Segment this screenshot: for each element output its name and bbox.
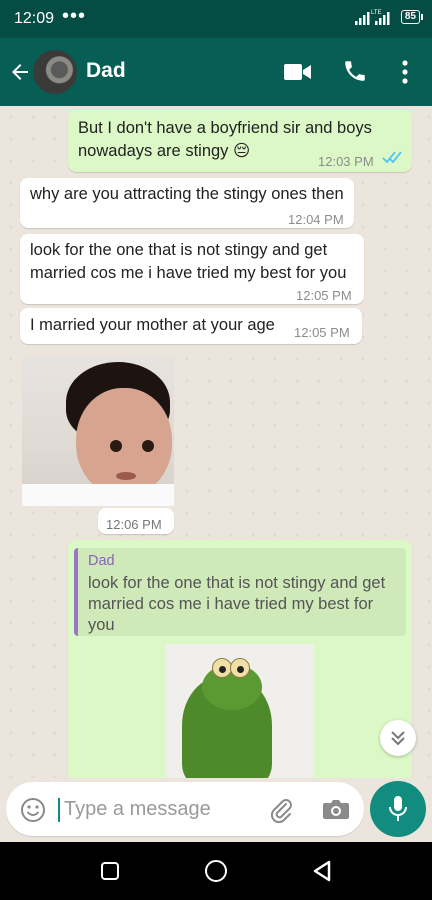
microphone-button[interactable] <box>370 781 426 837</box>
child-eye <box>110 440 122 452</box>
read-receipt-icon <box>382 151 402 164</box>
message-text: why are you attracting the stingy ones t… <box>30 185 344 203</box>
message-bubble-incoming[interactable]: why are you attracting the stingy ones t… <box>20 178 354 228</box>
status-bar: 12:09 ••• LTE 85 <box>0 0 432 38</box>
camera-icon[interactable] <box>322 797 350 821</box>
child-shirt <box>22 484 174 506</box>
network-type: LTE <box>371 10 382 16</box>
home-button[interactable] <box>205 860 227 882</box>
child-mouth <box>116 472 136 480</box>
child-eye <box>142 440 154 452</box>
message-bubble-outgoing[interactable]: But I don't have a boyfriend sir and boy… <box>68 110 412 172</box>
message-time: 12:05 PM <box>296 288 352 303</box>
contact-name[interactable]: Dad <box>86 59 126 83</box>
message-time: 12:03 PM <box>318 154 374 169</box>
avatar[interactable] <box>33 50 77 94</box>
text-cursor <box>58 798 60 822</box>
message-bubble-incoming[interactable]: look for the one that is not stingy and … <box>20 234 364 304</box>
kermit-pupil <box>219 666 226 673</box>
message-text: I married your mother at your age <box>30 316 275 334</box>
signal-icon: LTE <box>354 10 390 25</box>
message-input[interactable] <box>64 792 264 826</box>
system-nav-bar <box>0 842 432 900</box>
battery-icon: 85 <box>400 10 424 24</box>
quoted-message[interactable]: Dad look for the one that is not stingy … <box>74 548 406 636</box>
paperclip-icon[interactable] <box>268 796 294 824</box>
emoji-icon[interactable] <box>20 797 46 823</box>
quoted-sender: Dad <box>88 553 115 569</box>
message-time: 12:05 PM <box>294 325 350 340</box>
video-call-icon[interactable] <box>284 62 312 82</box>
microphone-icon <box>389 796 407 821</box>
phone-icon[interactable] <box>342 58 368 84</box>
chat-area[interactable]: But I don't have a boyfriend sir and boy… <box>0 106 432 778</box>
arrow-left-icon[interactable] <box>8 60 32 84</box>
message-time: 12:06 PM <box>106 517 162 532</box>
quoted-text: look for the one that is not stingy and … <box>88 574 386 634</box>
kermit-pupil <box>237 666 244 673</box>
scroll-to-bottom-button[interactable] <box>380 720 416 756</box>
nav-back-icon[interactable] <box>312 860 332 882</box>
message-time: 12:04 PM <box>288 212 344 227</box>
status-icons: LTE 85 <box>354 9 424 25</box>
message-bubble-incoming[interactable]: I married your mother at your age 12:05 … <box>20 308 362 344</box>
input-bar <box>0 778 432 842</box>
child-face <box>76 388 172 496</box>
message-compose[interactable] <box>6 782 364 836</box>
kermit-photo[interactable] <box>166 644 314 778</box>
image-timestamp: 12:06 PM <box>98 508 174 534</box>
status-dots: ••• <box>62 5 87 27</box>
more-vert-icon[interactable] <box>396 58 414 86</box>
status-time: 12:09 <box>14 10 55 27</box>
chat-header: Dad <box>0 38 432 106</box>
chevron-double-down-icon <box>391 731 405 746</box>
child-photo[interactable] <box>22 356 174 506</box>
message-text: look for the one that is not stingy and … <box>30 241 347 282</box>
recent-apps-button[interactable] <box>101 862 119 880</box>
